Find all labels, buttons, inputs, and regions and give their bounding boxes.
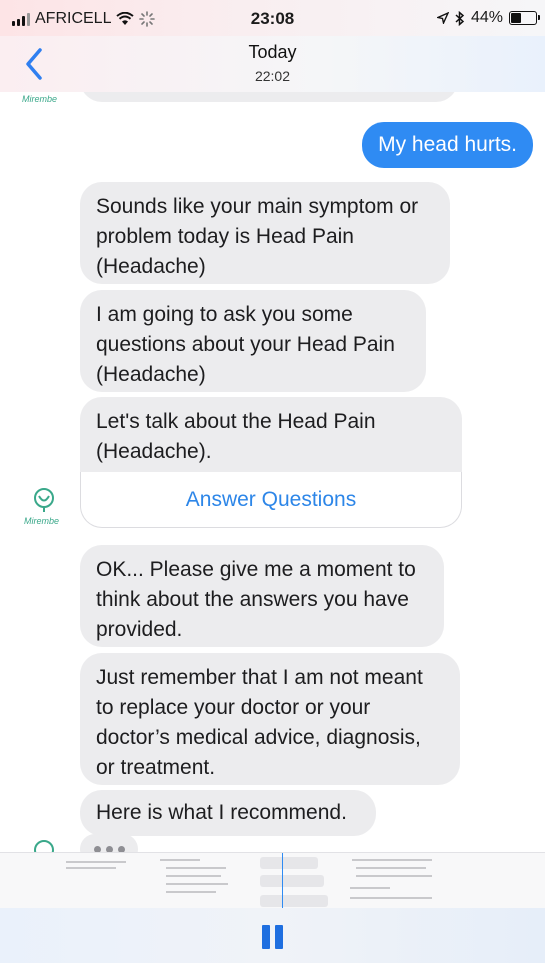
status-right: 44% xyxy=(436,9,540,27)
thumb-text-line xyxy=(66,861,126,863)
previous-bubble-edge xyxy=(80,92,458,102)
thumb-bubble xyxy=(260,857,318,869)
recording-thumbnail-strip xyxy=(0,852,545,909)
typing-indicator xyxy=(80,834,138,852)
thumb-text-line xyxy=(166,867,226,869)
battery-icon xyxy=(509,11,540,25)
bot-name-label: Mirembe xyxy=(24,516,60,526)
bot-message: OK... Please give me a moment to think a… xyxy=(80,545,444,647)
bluetooth-icon xyxy=(455,10,465,26)
thumb-text-line xyxy=(356,867,426,869)
chat-area[interactable]: Mirembe My head hurts. Sounds like your … xyxy=(0,92,545,852)
nav-subtitle: 22:02 xyxy=(254,68,291,84)
battery-percent: 44% xyxy=(470,9,503,26)
thumb-text-line xyxy=(350,897,432,899)
battery-tip xyxy=(538,15,540,20)
recording-control-bar xyxy=(0,908,545,963)
bot-message: Just remember that I am not meant to rep… xyxy=(80,653,460,785)
user-message-bubble: My head hurts. xyxy=(362,122,533,168)
stethoscope-avatar-icon xyxy=(34,840,54,852)
battery-fill xyxy=(511,13,521,23)
thumb-text-line xyxy=(66,867,116,869)
thumb-text-line xyxy=(166,891,216,893)
status-bar: AFRICELL 23:08 44% xyxy=(0,0,545,36)
thumb-text-line xyxy=(352,859,432,861)
thumb-text-line xyxy=(166,875,221,877)
bot-name-label: Mirembe xyxy=(22,94,58,104)
bot-message: Sounds like your main symptom or problem… xyxy=(80,182,450,284)
nav-header: Today 22:02 xyxy=(0,36,545,93)
thumb-bubble xyxy=(260,895,328,907)
thumb-bubble xyxy=(260,875,324,887)
thumb-text-line xyxy=(356,875,432,877)
bot-message: I am going to ask you some questions abo… xyxy=(80,290,426,392)
bot-message: Here is what I recommend. xyxy=(80,790,376,836)
location-arrow-icon xyxy=(436,12,449,24)
nav-title: Today xyxy=(248,42,297,62)
thumb-playhead xyxy=(282,853,283,909)
thumb-text-line xyxy=(160,859,200,861)
answer-questions-button[interactable]: Answer Questions xyxy=(80,472,462,528)
pause-icon[interactable] xyxy=(262,925,284,949)
thumb-text-line xyxy=(166,883,228,885)
bot-message: Let's talk about the Head Pain (Headache… xyxy=(80,397,462,477)
thumb-text-line xyxy=(350,887,390,889)
